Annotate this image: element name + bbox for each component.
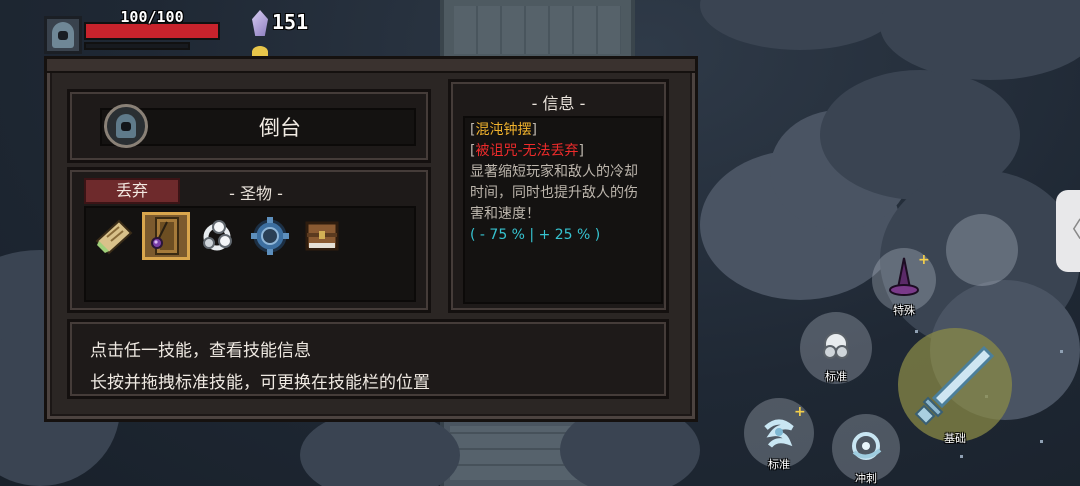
tip-line-2: 长按并拖拽标准技能，可更换在技能栏的位置 [90,373,430,393]
standard-skill-label-top: 标准 [825,370,847,383]
tip-line-1: 点击任一技能，查看技能信息 [90,341,311,361]
curse-label: 被诅咒-无法丢弃 [475,143,579,159]
tip-box: 点击任一技能，查看技能信息 长按并拖拽标准技能，可更换在技能栏的位置 [67,319,669,399]
character-panel: 倒台 丢弃 - 圣物 - - 信息 - [混沌钟摆] [被诅咒-无法丢弃] 显著… [44,56,698,422]
upgrade-plus-icon: + [794,404,806,420]
special-skill-label: 特殊 [893,304,915,317]
relic-slot[interactable] [194,212,242,260]
item-name-line: [混沌钟摆] [470,122,537,138]
character-portrait [104,104,148,148]
hp-text: 100/100 [120,8,184,26]
basic-attack-button[interactable] [898,328,1012,442]
relic-slot[interactable] [246,212,294,260]
basic-attack-label: 基础 [944,432,966,445]
relic-slot-selected[interactable] [142,212,190,260]
relic-list [84,206,416,302]
side-drawer-handle[interactable]: 〈 [1056,190,1080,272]
character-title-box: 倒台 [67,89,431,163]
player-avatar [44,16,82,54]
item-name: 混沌钟摆 [475,122,532,138]
scroll-relic-icon [95,219,133,255]
desc-line: 显著缩短玩家和敌人的冷却 [470,164,638,180]
stone-tower-top [440,0,635,60]
upgrade-plus-icon: + [918,252,930,268]
relic-slot[interactable] [90,212,138,260]
standard-skill-label-bottom: 标准 [768,458,790,471]
info-title: - 信息 - [531,94,586,113]
character-name: 倒台 [259,116,301,140]
chest-relic-icon [305,221,339,251]
desc-line: 害和速度！ [470,206,540,222]
empty-skill-slot[interactable] [946,214,1018,286]
info-body: [混沌钟摆] [被诅咒-无法丢弃] 显著缩短玩家和敌人的冷却 时间，同时也提升敌… [463,116,663,304]
chaos-pendulum-icon [151,217,179,255]
dash-skill-label: 冲刺 [855,472,877,485]
relic-box: 丢弃 - 圣物 - [67,167,431,313]
spirit-relic-icon [203,220,232,251]
gem-count: 151 [272,10,309,34]
info-box: - 信息 - [混沌钟摆] [被诅咒-无法丢弃] 显著缩短玩家和敌人的冷却 时间… [448,79,669,313]
curse-line: [被诅咒-无法丢弃] [470,143,584,159]
relic-slot[interactable] [298,212,346,260]
stat-modifiers: ( - 75 % | + 25 % ) [470,227,601,243]
ice-sword-icon [914,345,995,426]
discard-button[interactable]: 丢弃 [84,178,180,204]
relic-section-label: - 圣物 - [229,184,283,203]
secondary-bar [84,42,190,50]
desc-line: 时间，同时也提升敌人的伤 [470,185,638,201]
hp-fill [86,24,218,38]
gear-ring-relic-icon [251,217,289,255]
